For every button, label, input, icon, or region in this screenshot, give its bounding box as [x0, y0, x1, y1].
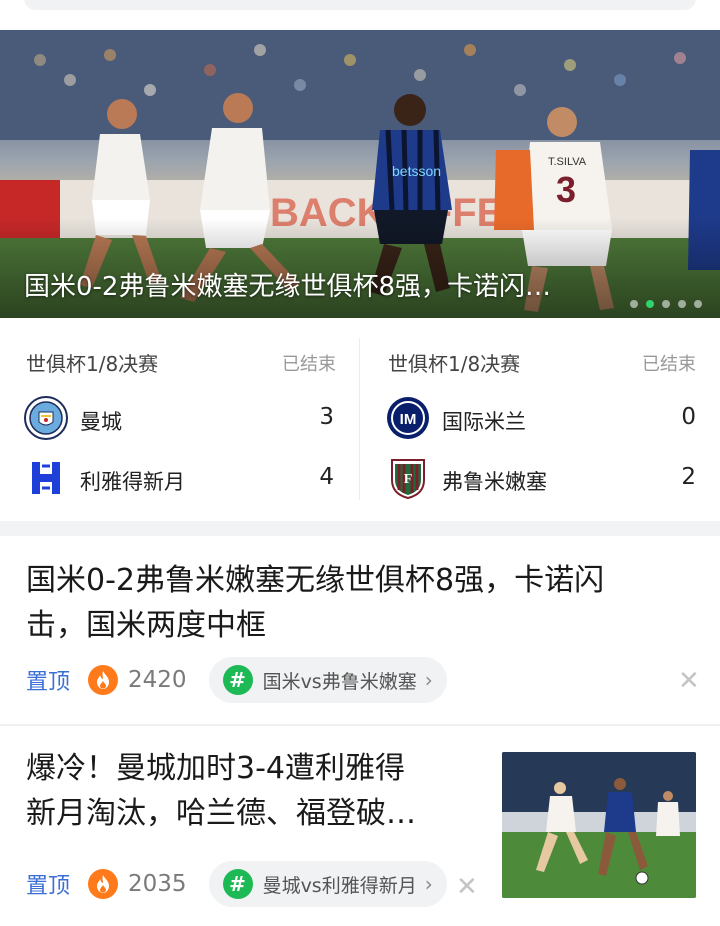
match-scores: 世俱杯1/8决赛 已结束 曼城 3 利雅得新月 4 世俱杯1/8决赛 已结束 I… — [0, 330, 720, 520]
svg-text:IM: IM — [400, 411, 417, 428]
news-title-line: 击，国米两度中框 — [26, 608, 266, 643]
thumbnail-photo — [502, 752, 696, 898]
topic-tag[interactable]: # 国米vs弗鲁米嫩塞 › — [208, 657, 447, 703]
topic-tag[interactable]: # 曼城vs利雅得新月 › — [208, 861, 447, 907]
svg-text:3: 3 — [556, 169, 576, 210]
match-round: 世俱杯1/8决赛 — [388, 352, 521, 376]
search-bar[interactable] — [24, 0, 696, 10]
hero-title[interactable]: 国米0-2弗鲁米嫩塞无缘世俱杯8强，卡诺闪… — [24, 266, 696, 303]
news-title-line: 国米0-2弗鲁米嫩塞无缘世俱杯8强，卡诺闪 — [26, 563, 605, 598]
news-item[interactable]: 爆冷！曼城加时3-4遭利雅得 新月淘汰，哈兰德、福登破… 置顶 2035 # 曼… — [0, 726, 720, 926]
svg-text:betsson: betsson — [392, 163, 441, 179]
svg-text:F: F — [404, 472, 413, 487]
carousel-dot-active[interactable] — [646, 300, 654, 308]
carousel-dot[interactable] — [630, 300, 638, 308]
heat-count: 2420 — [128, 667, 187, 693]
news-title-line: 爆冷！曼城加时3-4遭利雅得 — [26, 751, 405, 786]
team-name: 国际米兰 — [442, 410, 526, 434]
topic-tag-label: 国米vs弗鲁米嫩塞 — [262, 670, 417, 693]
man-city-crest-icon — [24, 396, 68, 440]
team-score: 3 — [319, 404, 334, 430]
team-score: 2 — [681, 464, 696, 490]
close-icon[interactable]: ✕ — [456, 872, 478, 902]
fire-icon — [88, 665, 119, 695]
team-name: 利雅得新月 — [80, 470, 185, 494]
match-card[interactable]: 世俱杯1/8决赛 已结束 IM 国际米兰 0 F 弗鲁米嫩塞 2 — [360, 330, 720, 510]
team-name: 曼城 — [80, 410, 122, 434]
match-status: 已结束 — [282, 354, 336, 375]
team-row: 曼城 3 — [24, 396, 334, 442]
team-row: IM 国际米兰 0 — [386, 396, 696, 442]
chevron-right-icon: › — [424, 872, 433, 896]
news-title[interactable]: 国米0-2弗鲁米嫩塞无缘世俱杯8强，卡诺闪 击，国米两度中框 — [26, 558, 696, 648]
fluminense-crest-icon: F — [391, 459, 425, 500]
news-title[interactable]: 爆冷！曼城加时3-4遭利雅得 新月淘汰，哈兰德、福登破… — [26, 746, 476, 836]
carousel-dot[interactable] — [662, 300, 670, 308]
close-icon[interactable]: ✕ — [678, 666, 700, 696]
team-row: F 弗鲁米嫩塞 2 — [386, 456, 696, 502]
top-search-strip — [0, 0, 720, 30]
carousel-dots[interactable] — [630, 300, 702, 308]
pinned-label: 置顶 — [26, 670, 71, 695]
hash-icon: # — [222, 665, 253, 695]
team-name: 弗鲁米嫩塞 — [442, 470, 547, 494]
news-meta: 置顶 2035 # 曼城vs利雅得新月 › — [26, 861, 447, 907]
chevron-right-icon: › — [424, 668, 433, 692]
hash-icon: # — [222, 869, 253, 899]
match-status: 已结束 — [642, 354, 696, 375]
news-thumbnail[interactable] — [502, 752, 696, 898]
team-row: 利雅得新月 4 — [24, 456, 334, 502]
topic-tag-label: 曼城vs利雅得新月 — [262, 874, 417, 897]
heat-count: 2035 — [128, 871, 187, 897]
pinned-label: 置顶 — [26, 874, 71, 899]
news-meta: 置顶 2420 # 国米vs弗鲁米嫩塞 › — [26, 657, 447, 703]
team-score: 4 — [319, 464, 334, 490]
inter-crest-icon: IM — [387, 397, 429, 439]
al-hilal-crest-icon — [32, 462, 60, 494]
svg-text:T.SILVA: T.SILVA — [548, 156, 587, 168]
carousel-dot[interactable] — [694, 300, 702, 308]
hero-banner[interactable]: H BACK OFFER betsson — [0, 30, 720, 318]
fire-icon — [88, 869, 119, 899]
section-divider — [0, 521, 720, 536]
news-title-line: 新月淘汰，哈兰德、福登破… — [26, 796, 416, 831]
news-item[interactable]: 国米0-2弗鲁米嫩塞无缘世俱杯8强，卡诺闪 击，国米两度中框 置顶 2420 #… — [0, 536, 720, 724]
match-round: 世俱杯1/8决赛 — [26, 352, 159, 376]
match-card[interactable]: 世俱杯1/8决赛 已结束 曼城 3 利雅得新月 4 — [0, 330, 360, 510]
team-score: 0 — [681, 404, 696, 430]
carousel-dot[interactable] — [678, 300, 686, 308]
